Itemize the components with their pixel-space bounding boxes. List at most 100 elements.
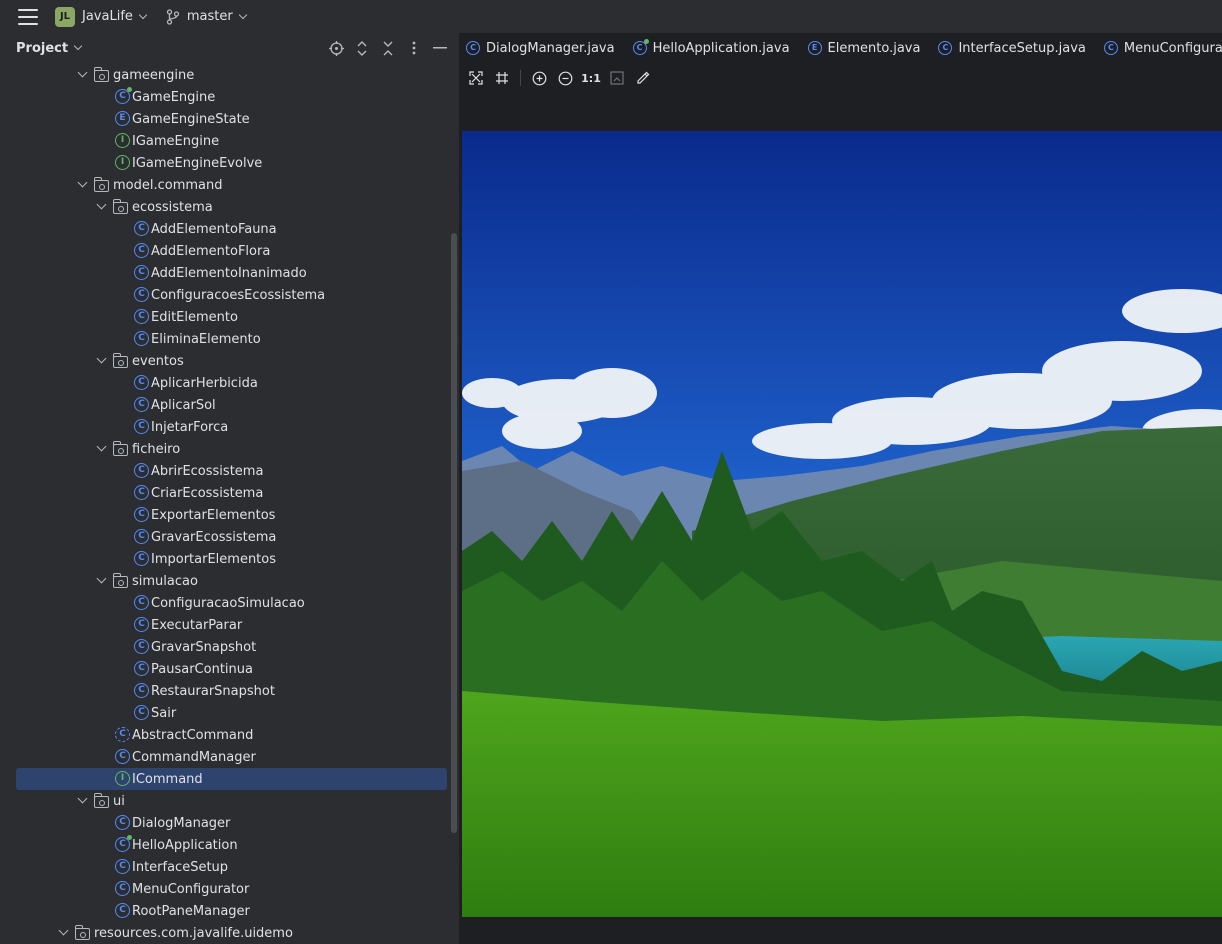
tree-file[interactable]: C RestaurarSnapshot — [16, 680, 447, 702]
chevron-down-icon[interactable] — [77, 793, 88, 804]
tree-file[interactable]: C RootPaneManager — [16, 900, 447, 922]
tab-label: DialogManager.java — [486, 40, 615, 56]
branch-name[interactable]: master — [187, 9, 233, 24]
tree-file[interactable]: C DialogManager — [16, 812, 447, 834]
tree-file[interactable]: C ConfiguracoesEcossistema — [16, 284, 447, 306]
runnable-class-icon: C — [115, 87, 132, 104]
tree-file[interactable]: C PausarContinua — [16, 658, 447, 680]
tree-file[interactable]: C AddElementoFlora — [16, 240, 447, 262]
chevron-down-icon[interactable] — [96, 199, 107, 210]
tree-folder[interactable]: simulacao — [16, 570, 447, 592]
tree-file[interactable]: I IGameEngineEvolve — [16, 152, 447, 174]
chevron-down-icon[interactable] — [73, 41, 83, 51]
tree-item-label: CriarEcossistema — [151, 485, 264, 501]
tree-item-label: AplicarSol — [151, 397, 216, 413]
tree-file[interactable]: C Sair — [16, 702, 447, 724]
tree-folder[interactable]: eventos — [16, 350, 447, 372]
editor-tab[interactable]: C InterfaceSetup.java — [932, 33, 1097, 63]
tree-file[interactable]: I ICommand — [16, 768, 447, 790]
git-branch-icon[interactable] — [166, 8, 180, 25]
tree-file[interactable]: I IGameEngine — [16, 130, 447, 152]
background-icon[interactable] — [609, 70, 625, 86]
tree-folder[interactable]: gameengine — [16, 64, 447, 86]
editor-tab[interactable]: E Elemento.java — [802, 33, 933, 63]
tree-folder[interactable]: resources.com.javalife.uidemo — [16, 922, 447, 944]
options-icon[interactable] — [405, 39, 423, 57]
tree-item-label: GravarEcossistema — [151, 529, 277, 545]
tree-file[interactable]: C GravarSnapshot — [16, 636, 447, 658]
main-menu-icon[interactable] — [18, 8, 38, 25]
enum-icon: E — [807, 41, 822, 55]
tree-item-label: AddElementoInanimado — [151, 265, 307, 281]
zoom-in-icon[interactable] — [531, 70, 547, 86]
tree-item-label: CommandManager — [132, 749, 256, 765]
tree-folder[interactable]: ecossistema — [16, 196, 447, 218]
class-icon: C — [134, 661, 149, 676]
project-name[interactable]: JavaLife — [82, 9, 133, 24]
tree-item-label: AplicarHerbicida — [151, 375, 258, 391]
tree-file[interactable]: E GameEngineState — [16, 108, 447, 130]
chevron-down-icon[interactable] — [96, 353, 107, 364]
tree-item-label: InterfaceSetup — [132, 859, 229, 875]
grid-icon[interactable] — [494, 70, 510, 86]
chevron-down-icon[interactable] — [138, 10, 148, 19]
tree-file[interactable]: C AddElementoInanimado — [16, 262, 447, 284]
tree-file[interactable]: C GravarEcossistema — [16, 526, 447, 548]
package-folder-icon — [112, 353, 128, 368]
tree-file[interactable]: C EliminaElemento — [16, 328, 447, 350]
tree-file[interactable]: C InterfaceSetup — [16, 856, 447, 878]
project-badge[interactable]: JL — [55, 6, 75, 27]
chevron-down-icon[interactable] — [77, 177, 88, 188]
chevron-down-icon[interactable] — [238, 10, 247, 19]
tree-file[interactable]: C AbstractCommand — [16, 724, 447, 746]
collapse-all-icon[interactable] — [379, 39, 397, 57]
editor-tab[interactable]: C HelloApplication.java — [627, 33, 802, 63]
actual-size-button[interactable]: 1:1 — [581, 70, 601, 86]
class-icon: C — [134, 683, 149, 698]
tree-file[interactable]: C ExecutarParar — [16, 614, 447, 636]
class-icon: C — [134, 265, 149, 280]
editor-tab[interactable]: C DialogManager.java — [460, 33, 627, 63]
panel-title[interactable]: Project — [16, 41, 68, 56]
chevron-down-icon[interactable] — [77, 67, 88, 78]
tree-file[interactable]: C AplicarSol — [16, 394, 447, 416]
tree-scrollbar[interactable] — [451, 233, 457, 833]
tree-item-label: resources.com.javalife.uidemo — [94, 925, 293, 941]
locate-icon[interactable] — [327, 39, 345, 57]
expand-all-icon[interactable] — [353, 39, 371, 57]
tree-file[interactable]: C ExportarElementos — [16, 504, 447, 526]
tree-file[interactable]: C AddElementoFauna — [16, 218, 447, 240]
class-icon: C — [134, 331, 149, 346]
tree-file[interactable]: C CriarEcossistema — [16, 482, 447, 504]
tree-folder[interactable]: ui — [16, 790, 447, 812]
tree-file[interactable]: C ImportarElementos — [16, 548, 447, 570]
chevron-down-icon[interactable] — [58, 925, 69, 936]
enum-icon: E — [115, 111, 130, 126]
editor-tab[interactable]: C MenuConfigurator.java — [1098, 33, 1222, 63]
tree-item-label: HelloApplication — [132, 837, 238, 853]
tree-item-label: ImportarElementos — [151, 551, 277, 567]
tree-folder[interactable]: model.command — [16, 174, 447, 196]
hide-panel-icon[interactable] — [431, 39, 449, 57]
tree-file[interactable]: C GameEngine — [16, 86, 447, 108]
tree-file[interactable]: C AplicarHerbicida — [16, 372, 447, 394]
tree-file[interactable]: C CommandManager — [16, 746, 447, 768]
tree-item-label: AbstractCommand — [132, 727, 254, 743]
tree-file[interactable]: C InjetarForca — [16, 416, 447, 438]
zoom-out-icon[interactable] — [557, 70, 573, 86]
tree-file[interactable]: C ConfiguracaoSimulacao — [16, 592, 447, 614]
tree-file[interactable]: C EditElemento — [16, 306, 447, 328]
color-picker-icon[interactable] — [635, 70, 651, 86]
class-icon: C — [134, 617, 149, 632]
tree-file[interactable]: C AbrirEcossistema — [16, 460, 447, 482]
tree-folder[interactable]: ficheiro — [16, 438, 447, 460]
tree-item-label: EditElemento — [151, 309, 238, 325]
tree-file[interactable]: C HelloApplication — [16, 834, 447, 856]
package-folder-icon — [93, 67, 109, 82]
chevron-down-icon[interactable] — [96, 441, 107, 452]
chevron-down-icon[interactable] — [96, 573, 107, 584]
tree-file[interactable]: C MenuConfigurator — [16, 878, 447, 900]
tree-item-label: InjetarForca — [151, 419, 229, 435]
fit-zoom-icon[interactable] — [468, 70, 484, 86]
tree-item-label: GameEngineState — [132, 111, 250, 127]
